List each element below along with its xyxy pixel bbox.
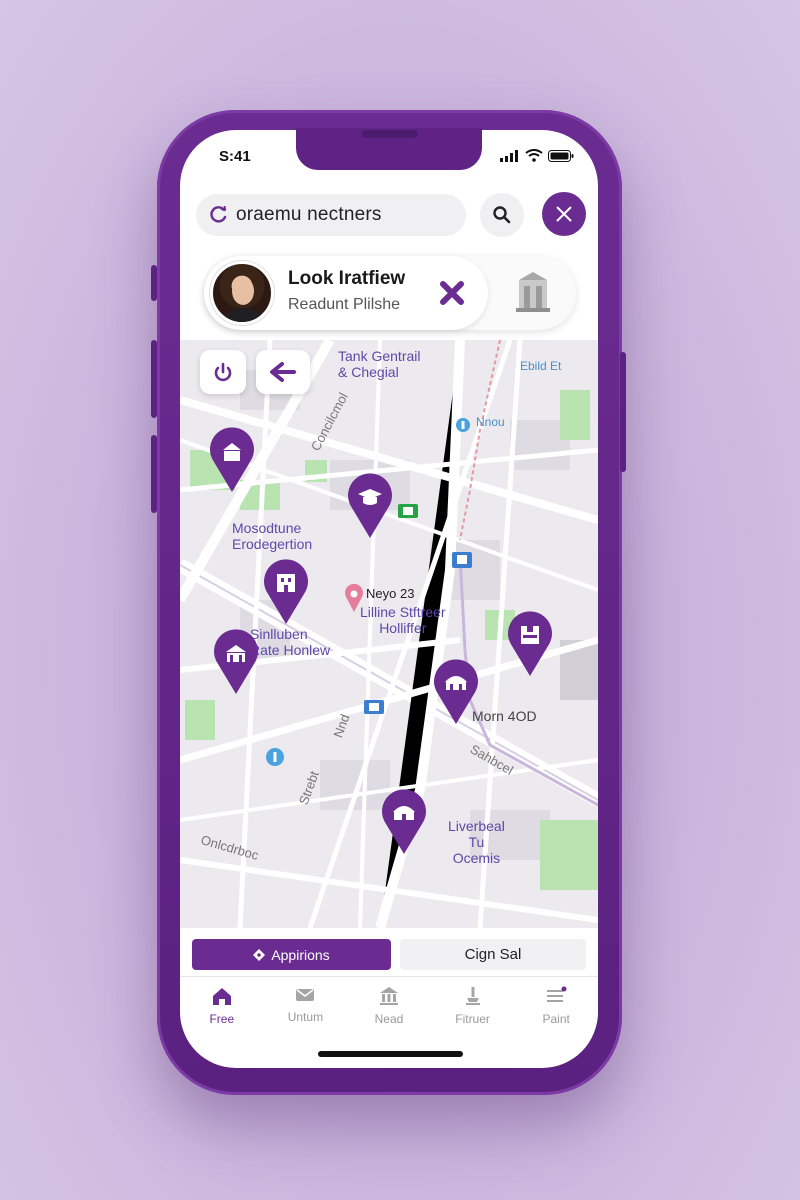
speaker (362, 130, 418, 138)
tab-label: Untum (287, 1010, 324, 1024)
map-pin-venue[interactable] (380, 786, 428, 854)
map-pin-graduation[interactable] (346, 470, 394, 538)
building-icon[interactable] (516, 270, 550, 312)
profile-subtitle: Readunt Plilshe (288, 296, 401, 313)
wifi-icon (525, 149, 543, 162)
options-button[interactable]: Appirions (192, 939, 391, 970)
locate-button[interactable] (200, 350, 246, 394)
tab-label: Free (209, 1012, 235, 1026)
options-button-label: Appirions (271, 946, 330, 963)
map-label-sinlluben: Sinlluben Rate Honlew (250, 626, 331, 658)
map-label-lilline: Lilline Stftreer Holliffer (360, 604, 446, 636)
location-pin-icon (345, 584, 363, 612)
info-marker-icon (456, 418, 470, 432)
map-pin-bank-2[interactable] (212, 626, 260, 694)
status-time: S:41 (219, 148, 251, 165)
tab-free[interactable]: Free (180, 980, 264, 1040)
tab-paint[interactable]: Paint (514, 980, 598, 1040)
home-icon (212, 988, 231, 1005)
back-button[interactable] (256, 350, 310, 394)
refresh-icon (210, 206, 227, 223)
close-button[interactable] (542, 192, 586, 236)
tab-label: Nead (374, 1012, 404, 1026)
avatar (210, 261, 274, 325)
bus-stop-icon (364, 700, 384, 714)
search-query: oraemu nectners (236, 204, 382, 225)
volume-down-button (151, 435, 157, 513)
info-marker-icon (266, 748, 284, 766)
signal-icon (500, 149, 518, 162)
map-label-tank: Tank Gentrail & Chegial (338, 348, 421, 380)
filter-icon (465, 987, 480, 1005)
map-label-morn: Morn 4OD (472, 708, 537, 724)
bus-stop-icon (452, 552, 472, 568)
close-icon (556, 206, 572, 222)
search-input[interactable]: oraemu nectners (196, 194, 466, 236)
tab-fitruer[interactable]: Fitruer (431, 980, 515, 1040)
map-pin-bank[interactable] (208, 424, 256, 492)
silent-switch (151, 265, 157, 301)
tab-label: Paint (542, 1012, 570, 1026)
map-label-pin: Neyo 23 (366, 586, 415, 601)
sign-button-label: Cign Sal (464, 946, 522, 963)
map-pin-building[interactable] (262, 556, 310, 624)
profile-name: Look Iratfiew (288, 268, 406, 289)
search-icon (493, 206, 511, 224)
tab-label: Fitruer (455, 1012, 490, 1026)
volume-up-button (151, 340, 157, 418)
map-label-ebild: Ebild Et (520, 359, 562, 373)
arrow-left-icon (270, 362, 296, 382)
map-label-liverbeal: Liverbeal Tu Ocemis (448, 818, 505, 866)
menu-icon (547, 986, 567, 1002)
tag-icon (253, 948, 266, 961)
sign-button[interactable]: Cign Sal (400, 939, 586, 970)
power-icon (214, 362, 232, 382)
map-label-mosodtune: Mosodtune Erodegertion (232, 520, 313, 552)
bank-icon (379, 987, 398, 1005)
dismiss-icon[interactable] (438, 280, 466, 306)
battery-icon (548, 149, 574, 162)
status-icons (500, 149, 574, 162)
home-indicator (318, 1051, 463, 1057)
map-view[interactable]: Tank Gentrail & Chegial Ebild Et Nnou Mo… (180, 340, 598, 928)
power-button (620, 352, 626, 472)
transit-icon (398, 504, 418, 518)
tab-nead[interactable]: Nead (347, 980, 431, 1040)
tab-untum[interactable]: Untum (264, 980, 348, 1040)
map-pin-stadium[interactable] (432, 656, 480, 724)
mail-icon (296, 989, 315, 1001)
search-button[interactable] (480, 193, 524, 237)
map-label-nnou: Nnou (476, 415, 505, 429)
map-pin-store[interactable] (506, 608, 554, 676)
divider (180, 976, 598, 977)
tab-bar: Free Untum Nead Fitruer Paint (180, 980, 598, 1040)
